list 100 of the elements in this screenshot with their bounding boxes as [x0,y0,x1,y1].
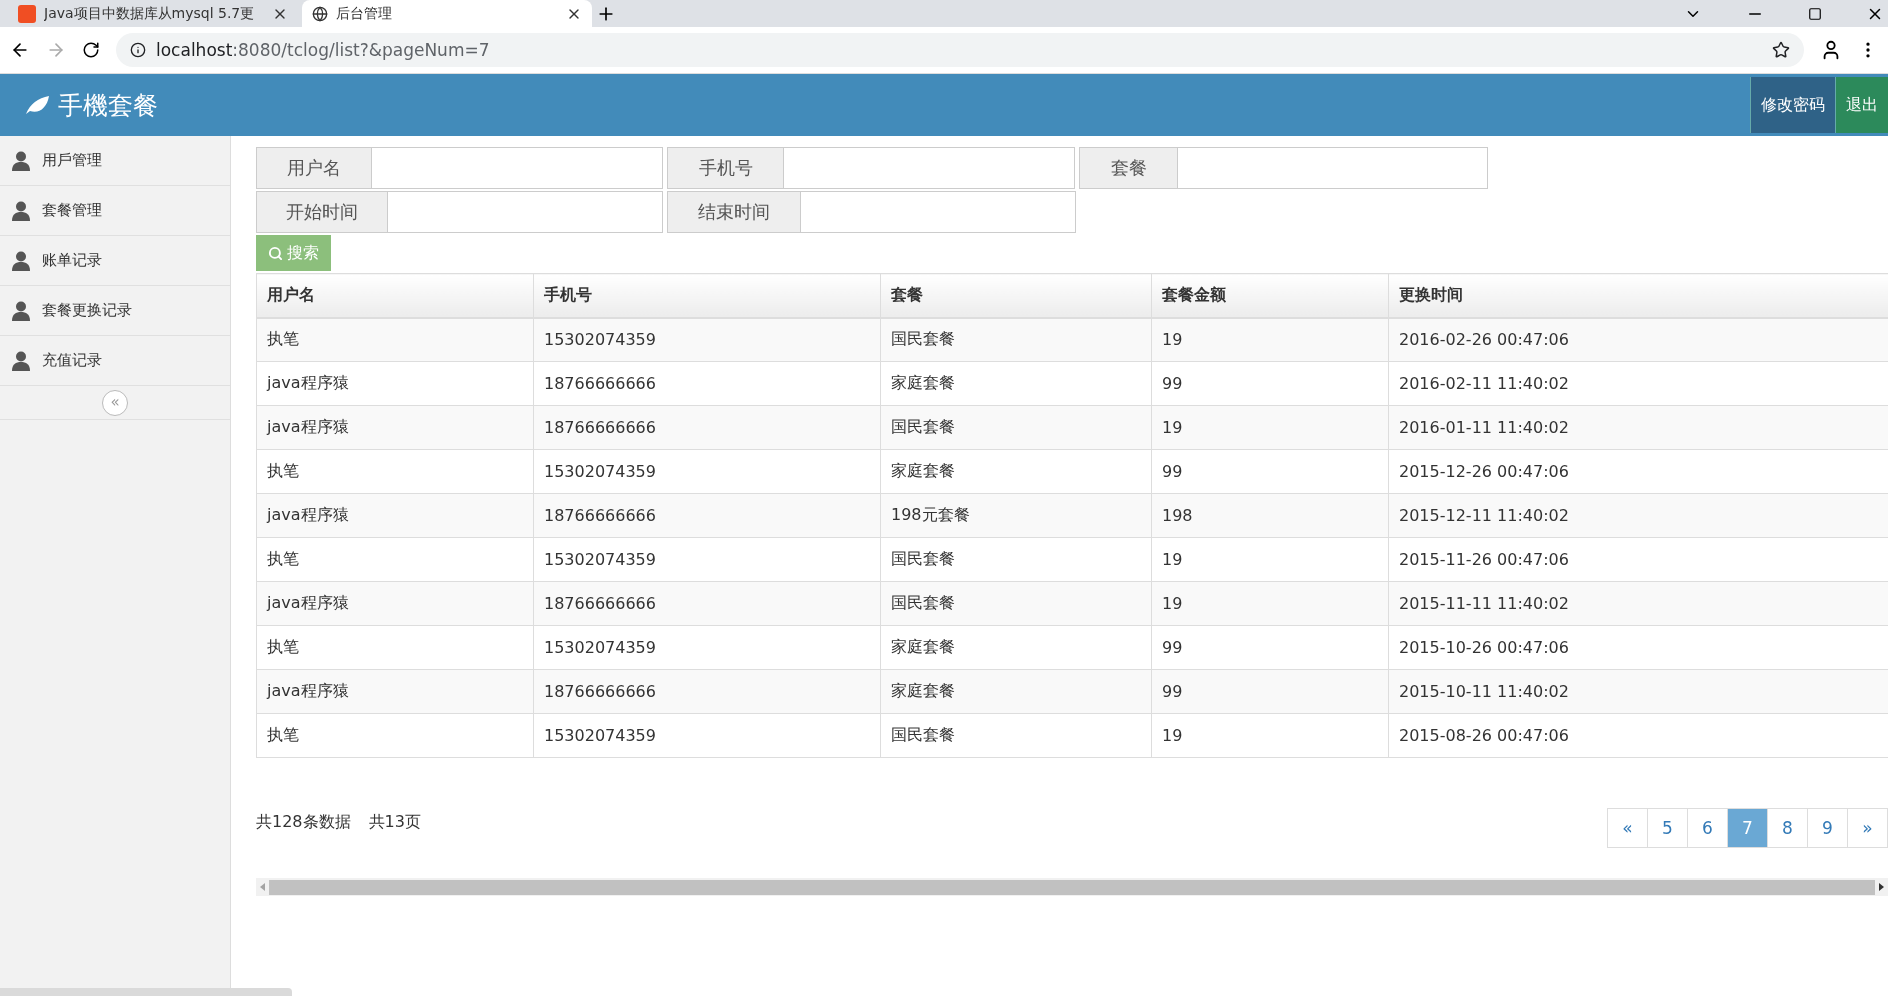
table-cell: java程序猿 [256,405,534,450]
restore-icon[interactable] [1808,6,1822,21]
table-cell: 执笔 [256,625,534,670]
table-cell: 18766666666 [533,493,881,538]
table-cell: 15302074359 [533,625,881,670]
input-field[interactable] [784,147,1075,189]
table-cell: java程序猿 [256,669,534,714]
page-button[interactable]: 9 [1807,808,1848,848]
table-cell: 2015-12-26 00:47:06 [1388,449,1888,494]
table-cell: 15302074359 [533,713,881,758]
table-cell: 19 [1151,405,1389,450]
table-cell: 国民套餐 [880,581,1152,626]
sidebar-item[interactable]: 用戶管理 [0,136,230,186]
input-field[interactable] [801,191,1076,233]
user-icon [12,150,30,171]
table-cell: java程序猿 [256,493,534,538]
input-field[interactable] [372,147,663,189]
column-header: 套餐金额 [1151,273,1389,318]
table-cell: 2016-02-11 11:40:02 [1388,361,1888,406]
table-cell: 198 [1151,493,1389,538]
table-cell: 18766666666 [533,405,881,450]
table-cell: 15302074359 [533,449,881,494]
table-cell: 99 [1151,669,1389,714]
table-cell: 家庭套餐 [880,449,1152,494]
table-cell: 2015-11-26 00:47:06 [1388,537,1888,582]
brand-title: 手機套餐 [58,89,158,122]
previous-page-button[interactable]: « [1607,808,1648,848]
table-cell: 18766666666 [533,669,881,714]
field-label: 开始时间 [256,191,388,233]
reload-icon[interactable] [82,41,100,59]
table-cell: 国民套餐 [880,317,1152,362]
table-cell: 家庭套餐 [880,625,1152,670]
table-cell: 19 [1151,537,1389,582]
table-cell: 2016-02-26 00:47:06 [1388,317,1888,362]
page-button[interactable]: 6 [1687,808,1728,848]
table-cell: 2015-10-26 00:47:06 [1388,625,1888,670]
table-cell: 2015-11-11 11:40:02 [1388,581,1888,626]
horizontal-scrollbar[interactable] [256,878,1888,896]
browser-tab[interactable]: Java项目中数据库从mysql 5.7更 [8,0,298,27]
change-password-button[interactable]: 修改密码 [1750,77,1835,133]
sidebar-item[interactable]: 充值记录 [0,336,230,386]
table-cell: 执笔 [256,317,534,362]
table-cell: 家庭套餐 [880,669,1152,714]
sidebar-item[interactable]: 套餐管理 [0,186,230,236]
table-cell: 执笔 [256,537,534,582]
logout-button[interactable]: 退出 [1835,77,1888,133]
table-cell: 15302074359 [533,537,881,582]
sidebar-item[interactable]: 套餐更换记录 [0,286,230,336]
table-cell: 18766666666 [533,361,881,406]
input-field[interactable] [388,191,663,233]
user-icon [12,250,30,271]
page-button[interactable]: 7 [1727,808,1768,848]
page-button[interactable]: 8 [1767,808,1808,848]
collapse-button[interactable]: « [102,389,128,416]
globe-icon [312,5,328,22]
table-cell: 执笔 [256,713,534,758]
table-cell: 198元套餐 [880,493,1152,538]
bookmark-star-icon[interactable] [1772,41,1790,59]
table-cell: 国民套餐 [880,537,1152,582]
table-cell: 2016-01-11 11:40:02 [1388,405,1888,450]
table-cell: 99 [1151,361,1389,406]
sidebar-item[interactable]: 账单记录 [0,236,230,286]
field-label: 结束时间 [667,191,801,233]
column-header: 用户名 [256,273,534,318]
address-bar[interactable]: localhost:8080/tclog/list?&pageNum=7 [116,33,1804,67]
record-count: 共128条数据 [256,812,351,833]
table-cell: 2015-10-11 11:40:02 [1388,669,1888,714]
field-label: 套餐 [1079,147,1178,189]
input-field[interactable] [1178,147,1488,189]
column-header: 手机号 [533,273,881,318]
table-cell: 2015-12-11 11:40:02 [1388,493,1888,538]
table-cell: 家庭套餐 [880,361,1152,406]
table-cell: 国民套餐 [880,405,1152,450]
column-header: 更换时间 [1388,273,1888,318]
table-cell: 执笔 [256,449,534,494]
table-cell: 15302074359 [533,317,881,362]
search-icon [268,245,283,261]
info-icon [130,42,146,58]
leaf-icon [24,94,50,116]
user-icon [12,300,30,321]
table-cell: java程序猿 [256,581,534,626]
table-cell: 99 [1151,625,1389,670]
user-icon [12,350,30,371]
user-icon [12,200,30,221]
table-cell: 99 [1151,449,1389,494]
table-cell: 19 [1151,317,1389,362]
column-header: 套餐 [880,273,1152,318]
table-cell: 18766666666 [533,581,881,626]
next-page-button[interactable]: » [1847,808,1888,848]
field-label: 用户名 [256,147,372,189]
page-button[interactable]: 5 [1647,808,1688,848]
field-label: 手机号 [667,147,784,189]
table-cell: 19 [1151,713,1389,758]
table-cell: 国民套餐 [880,713,1152,758]
browser-tab[interactable]: 后台管理 [302,0,592,27]
table-cell: 2015-08-26 00:47:06 [1388,713,1888,758]
favicon-icon [18,4,36,23]
page-count: 共13页 [368,812,421,833]
table-cell: 19 [1151,581,1389,626]
scrollbar-thumb[interactable] [0,988,292,996]
